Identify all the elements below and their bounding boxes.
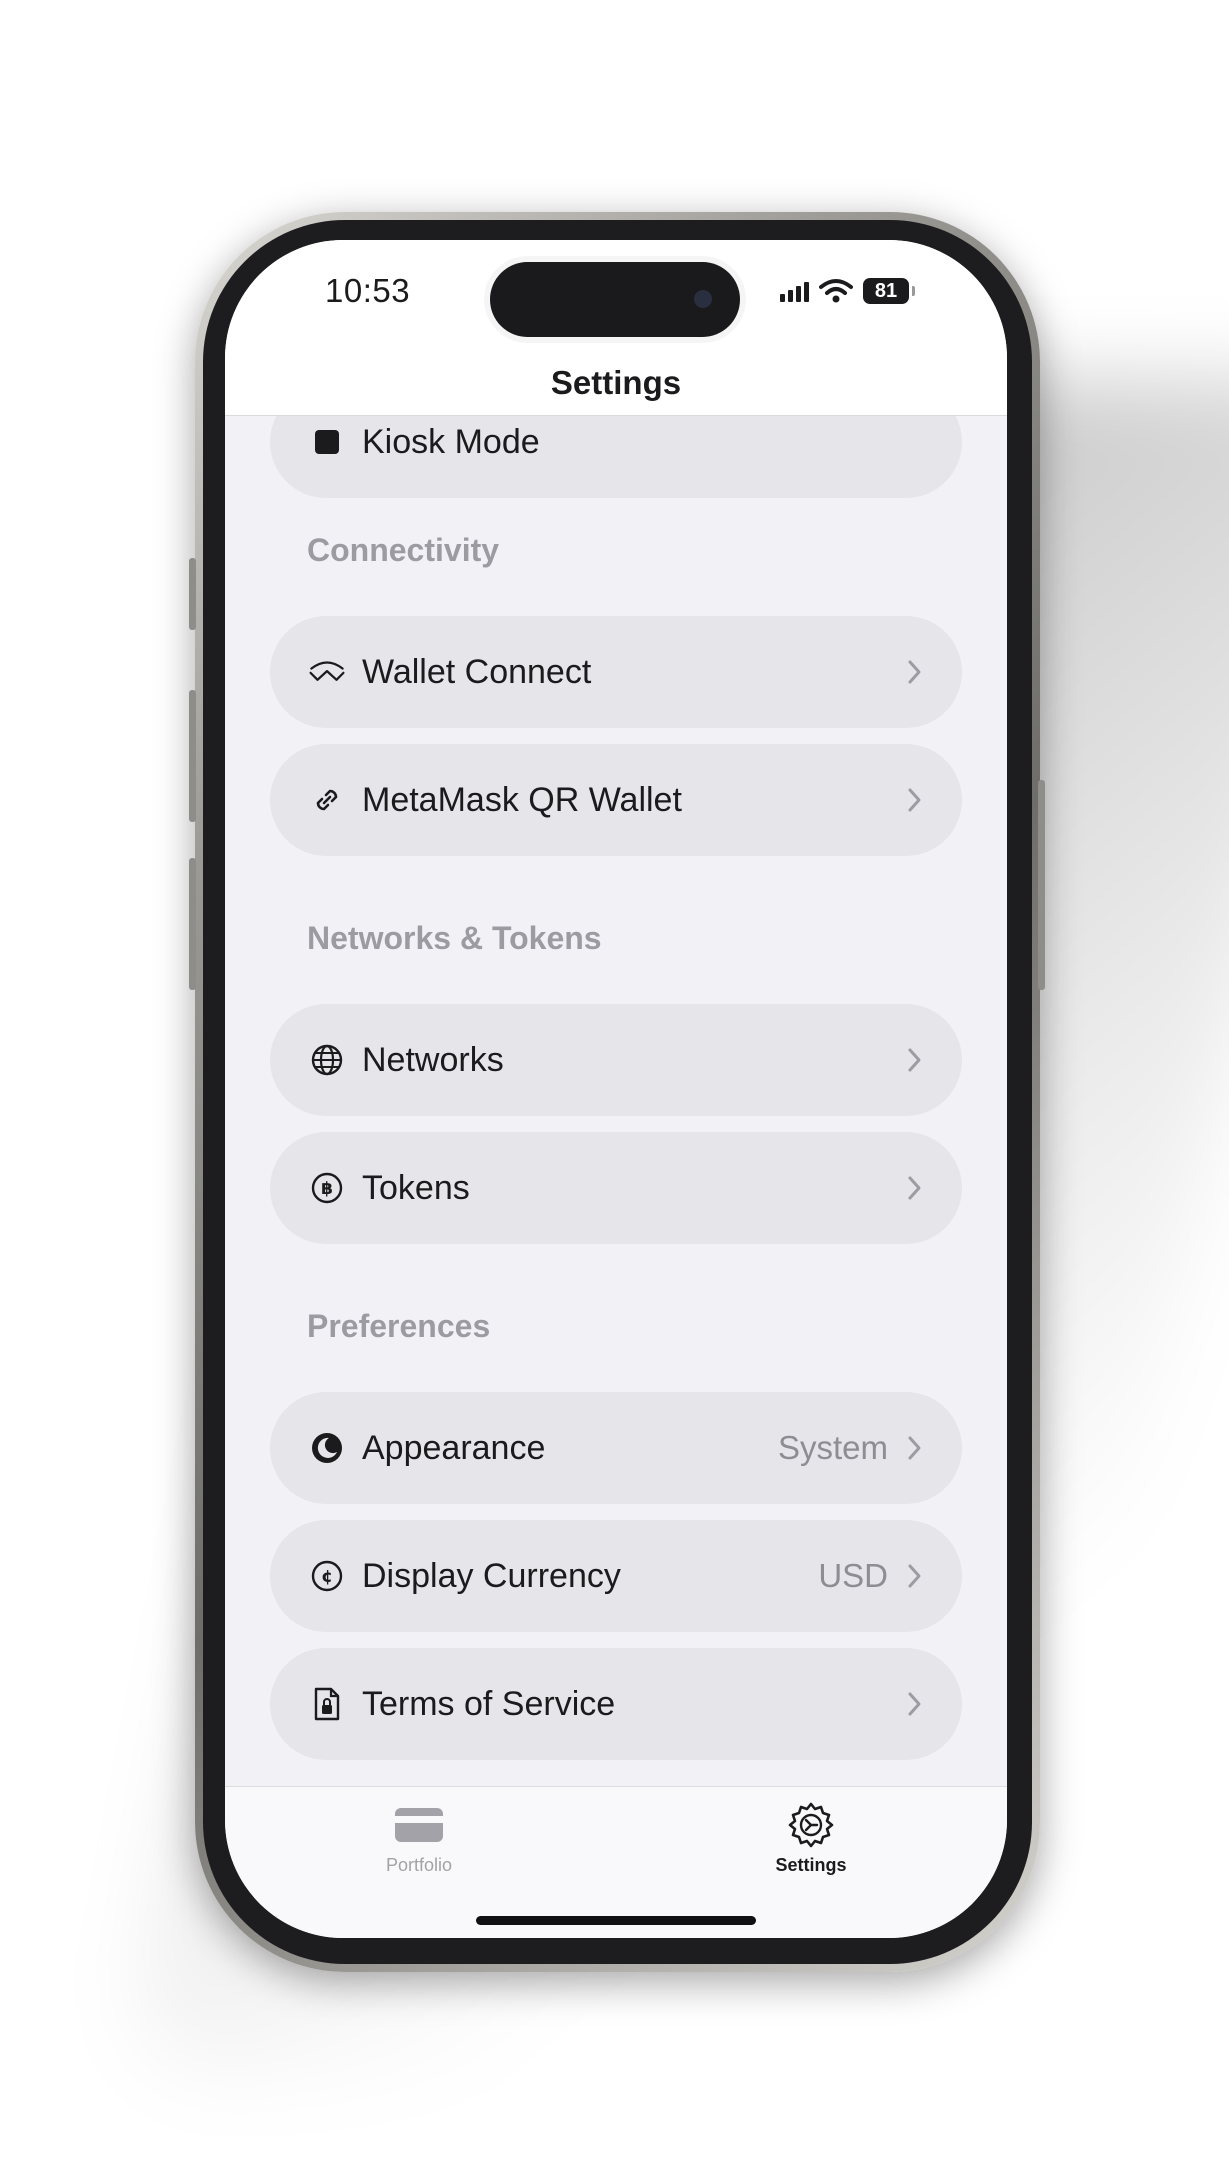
- settings-row-metamask-qr-wallet[interactable]: MetaMask QR Wallet: [270, 744, 962, 856]
- kiosk-icon: [308, 423, 346, 461]
- row-label: Kiosk Mode: [362, 422, 540, 461]
- chevron-right-icon: [908, 788, 921, 812]
- settings-row-terms-of-service[interactable]: Terms of Service: [270, 1648, 962, 1760]
- row-label: Terms of Service: [362, 1684, 616, 1723]
- cent-circle-icon: ¢: [308, 1557, 346, 1595]
- action-button: [189, 558, 196, 630]
- chevron-right-icon: [908, 1564, 921, 1588]
- navigation-bar: Settings: [225, 350, 1007, 416]
- power-button: [1038, 780, 1045, 990]
- display-currency-value: USD: [818, 1557, 888, 1594]
- settings-row-kiosk-mode[interactable]: Kiosk Mode: [270, 416, 962, 498]
- chevron-right-icon: [908, 1048, 921, 1072]
- bitcoin-circle-icon: ฿: [308, 1169, 346, 1207]
- row-label: Display Currency: [362, 1556, 621, 1595]
- section-header-connectivity: Connectivity: [307, 532, 500, 568]
- page-title: Settings: [550, 364, 682, 401]
- front-camera-icon: [694, 290, 712, 308]
- row-label: Appearance: [362, 1428, 546, 1467]
- tab-settings[interactable]: Settings: [731, 1799, 891, 1876]
- section-header-networks-tokens: Networks & Tokens: [307, 920, 602, 956]
- settings-row-appearance[interactable]: Appearance System: [270, 1392, 962, 1504]
- volume-down-button: [189, 858, 196, 990]
- settings-list[interactable]: Kiosk Mode Connectivity Wallet Connect M…: [225, 416, 1007, 1786]
- row-label: Wallet Connect: [362, 652, 592, 691]
- tab-label: Settings: [775, 1855, 847, 1875]
- chevron-right-icon: [908, 1692, 921, 1716]
- wifi-icon: [819, 279, 853, 303]
- phone-screen: 10:53 81 Settings Kiosk Mode Connectivit…: [225, 240, 1007, 1938]
- svg-text:฿: ฿: [321, 1179, 333, 1199]
- tab-label: Portfolio: [385, 1855, 453, 1875]
- row-label: MetaMask QR Wallet: [362, 780, 682, 819]
- globe-icon: [308, 1041, 346, 1079]
- status-time: 10:53: [325, 272, 411, 309]
- cellular-signal-icon: [780, 280, 809, 302]
- chevron-right-icon: [908, 1436, 921, 1460]
- document-lock-icon: [308, 1685, 346, 1723]
- dynamic-island: [490, 262, 740, 337]
- row-label: Tokens: [362, 1168, 470, 1207]
- settings-row-networks[interactable]: Networks: [270, 1004, 962, 1116]
- appearance-value: System: [777, 1429, 888, 1466]
- chevron-right-icon: [908, 1176, 921, 1200]
- link-icon: [308, 781, 346, 819]
- status-bar: 10:53 81: [225, 240, 1007, 350]
- settings-row-display-currency[interactable]: ¢ Display Currency USD: [270, 1520, 962, 1632]
- mockup-stage: 10:53 81 Settings Kiosk Mode Connectivit…: [0, 0, 1229, 2181]
- section-header-preferences: Preferences: [307, 1308, 491, 1344]
- home-indicator: [476, 1916, 756, 1925]
- card-icon: [339, 1799, 499, 1851]
- svg-text:¢: ¢: [321, 1567, 333, 1587]
- moon-icon: [308, 1429, 346, 1467]
- walletconnect-icon: [308, 653, 346, 691]
- battery-indicator: 81: [863, 278, 915, 304]
- settings-row-tokens[interactable]: ฿ Tokens: [270, 1132, 962, 1244]
- settings-row-wallet-connect[interactable]: Wallet Connect: [270, 616, 962, 728]
- settings-gear-icon: [731, 1799, 891, 1851]
- chevron-right-icon: [908, 660, 921, 684]
- volume-up-button: [189, 690, 196, 822]
- status-icons: 81: [780, 276, 915, 306]
- tab-portfolio[interactable]: Portfolio: [339, 1799, 499, 1876]
- row-label: Networks: [362, 1040, 504, 1079]
